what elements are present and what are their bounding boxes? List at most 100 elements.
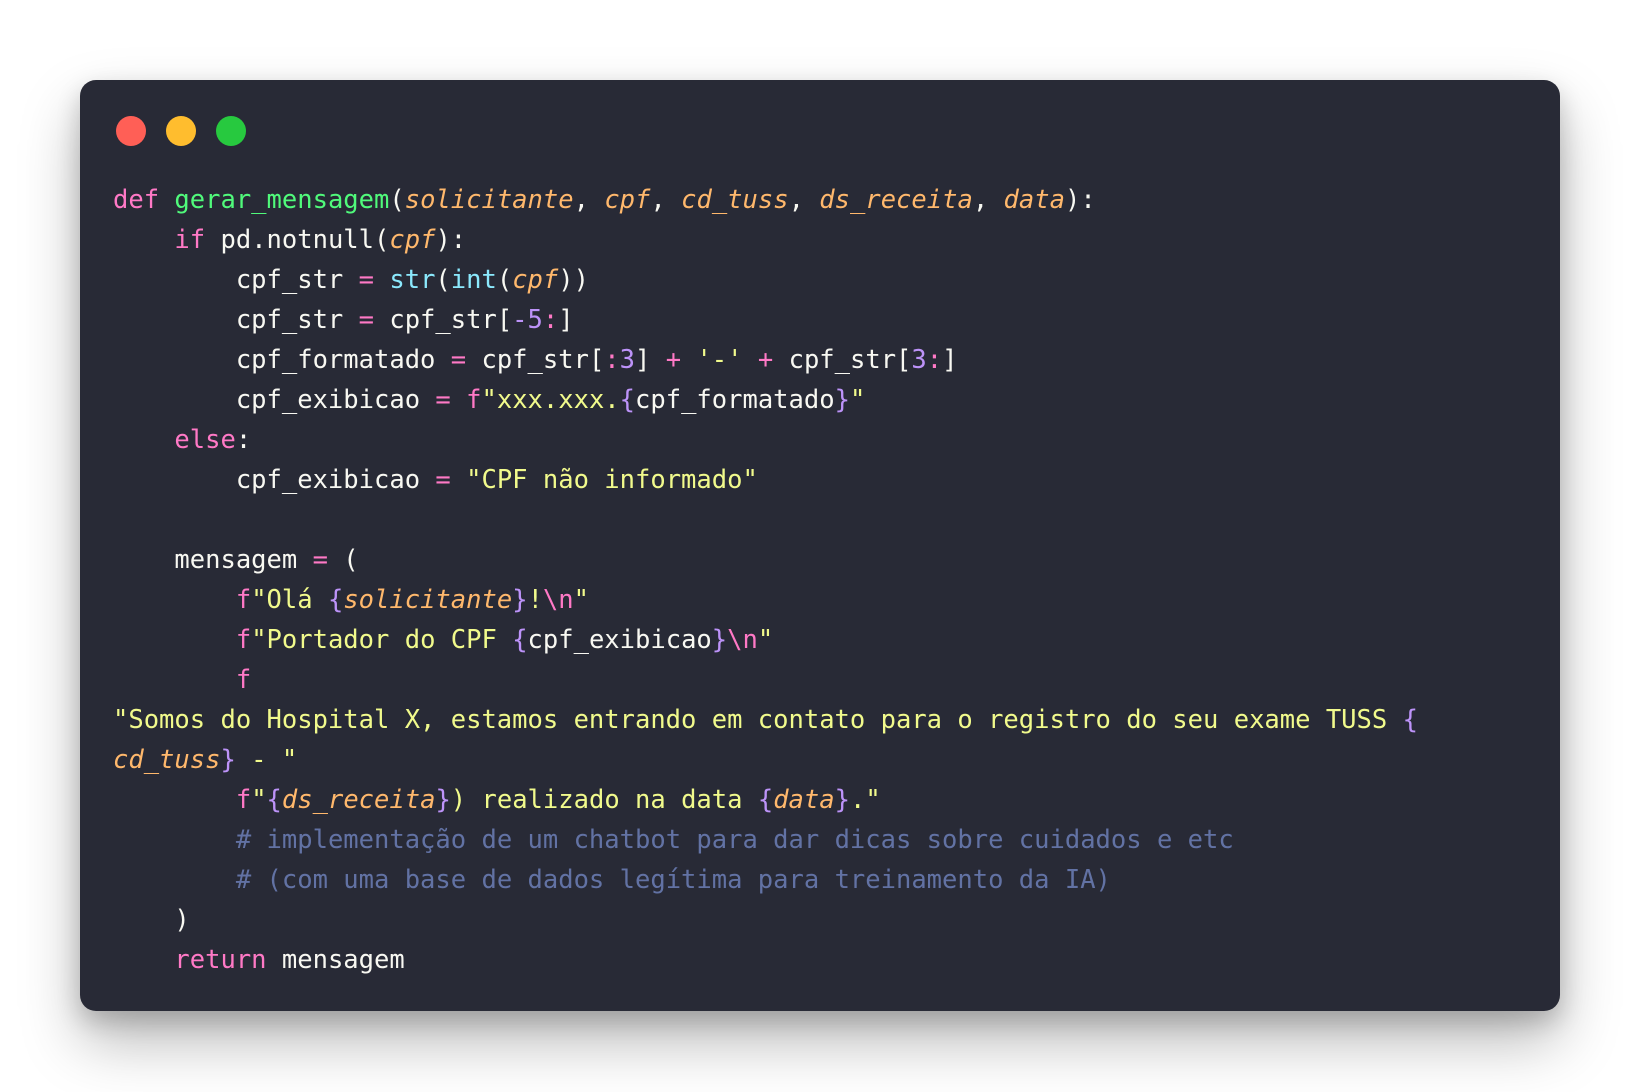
code-token: = bbox=[450, 345, 467, 375]
code-token: cpf_str[ bbox=[374, 305, 513, 335]
code-token: int bbox=[450, 265, 497, 295]
code-token: + bbox=[757, 345, 774, 375]
code-token: ( bbox=[327, 545, 359, 575]
code-token: # implementação de um chatbot para dar d… bbox=[235, 825, 1234, 855]
code-token: ) bbox=[113, 905, 190, 935]
code-line: else: bbox=[113, 420, 1418, 460]
code-line: def gerar_mensagem(solicitante, cpf, cd_… bbox=[113, 180, 1418, 220]
close-button[interactable] bbox=[116, 116, 146, 146]
code-token: 3 bbox=[911, 345, 927, 375]
code-token: " bbox=[849, 385, 866, 415]
code-token: ." bbox=[849, 785, 881, 815]
code-line: cpf_str = str(int(cpf)) bbox=[113, 260, 1418, 300]
code-token: data bbox=[773, 785, 835, 815]
code-token: = bbox=[358, 305, 374, 335]
code-token: f bbox=[466, 385, 482, 415]
code-token: ] bbox=[942, 345, 958, 375]
code-token: = bbox=[435, 385, 451, 415]
code-line: f"{ds_receita}) realizado na data {data}… bbox=[113, 780, 1418, 820]
code-token: = bbox=[435, 465, 451, 495]
code-token: ( bbox=[435, 265, 451, 295]
code-token: ] bbox=[635, 345, 666, 375]
code-line: cpf_str = cpf_str[-5:] bbox=[113, 300, 1418, 340]
code-token: ): bbox=[1064, 185, 1096, 215]
code-token: cpf_exibicao bbox=[113, 465, 436, 495]
code-token: { bbox=[327, 585, 344, 615]
code-token: ] bbox=[558, 305, 574, 335]
code-token: cpf_str[ bbox=[466, 345, 605, 375]
code-token: } bbox=[711, 625, 728, 655]
code-line: ) bbox=[113, 900, 1418, 940]
code-token: ds_receita bbox=[281, 785, 436, 815]
minimize-button[interactable] bbox=[166, 116, 196, 146]
code-token: , bbox=[650, 185, 682, 215]
code-token: ds_receita bbox=[819, 185, 973, 215]
code-token: mensagem bbox=[113, 545, 313, 575]
code-token: f bbox=[235, 585, 252, 615]
code-token: gerar_mensagem bbox=[174, 185, 390, 215]
code-line: cpf_formatado = cpf_str[:3] + '-' + cpf_… bbox=[113, 340, 1418, 380]
maximize-button[interactable] bbox=[216, 116, 246, 146]
code-token: cpf_str bbox=[113, 265, 359, 295]
code-token: } bbox=[834, 785, 850, 815]
code-token: } bbox=[834, 385, 850, 415]
code-token: } bbox=[220, 745, 236, 775]
code-token: { bbox=[1402, 705, 1418, 735]
code-token: cpf bbox=[389, 225, 436, 255]
code-token: data bbox=[1003, 185, 1065, 215]
code-token: '-' bbox=[696, 345, 743, 375]
code-token: str bbox=[389, 265, 436, 295]
code-line: # (com uma base de dados legítima para t… bbox=[113, 860, 1418, 900]
code-token: cpf_str[ bbox=[773, 345, 912, 375]
code-token: } bbox=[512, 585, 528, 615]
code-token: solicitante bbox=[343, 585, 513, 615]
code-token: cpf_formatado bbox=[113, 345, 451, 375]
code-line: cpf_exibicao = f"xxx.xxx.{cpf_formatado}… bbox=[113, 380, 1418, 420]
code-token: else bbox=[174, 425, 236, 455]
code-token: if bbox=[174, 225, 206, 255]
code-token: cpf bbox=[512, 265, 559, 295]
code-token: cpf bbox=[604, 185, 651, 215]
code-token: { bbox=[757, 785, 774, 815]
code-line: cd_tuss} - " bbox=[113, 740, 1418, 780]
code-token: ) realizado na data bbox=[450, 785, 758, 815]
code-token: , bbox=[573, 185, 605, 215]
code-token: cd_tuss bbox=[681, 185, 789, 215]
code-token: 3 bbox=[619, 345, 636, 375]
code-token: + bbox=[665, 345, 682, 375]
code-token: "CPF não informado" bbox=[466, 465, 758, 495]
code-token: : bbox=[604, 345, 620, 375]
code-line: "Somos do Hospital X, estamos entrando e… bbox=[113, 700, 1418, 740]
code-line: # implementação de um chatbot para dar d… bbox=[113, 820, 1418, 860]
code-block: def gerar_mensagem(solicitante, cpf, cd_… bbox=[113, 180, 1418, 980]
code-token: , bbox=[788, 185, 820, 215]
code-line: f"Portador do CPF {cpf_exibicao}\n" bbox=[113, 620, 1418, 660]
code-token: { bbox=[266, 785, 282, 815]
code-line: cpf_exibicao = "CPF não informado" bbox=[113, 460, 1418, 500]
code-line: mensagem = ( bbox=[113, 540, 1418, 580]
code-token: cpf_formatado bbox=[635, 385, 835, 415]
code-token: "Olá bbox=[251, 585, 328, 615]
code-token: cd_tuss bbox=[113, 745, 221, 775]
code-token: \n bbox=[542, 585, 574, 615]
code-token: "Somos do Hospital X, estamos entrando e… bbox=[113, 705, 1403, 735]
code-token: " bbox=[573, 585, 589, 615]
code-token: { bbox=[512, 625, 528, 655]
code-line: f"Olá {solicitante}!\n" bbox=[113, 580, 1418, 620]
code-line: f bbox=[113, 660, 1418, 700]
code-token: : bbox=[542, 305, 559, 335]
code-token: f bbox=[235, 665, 252, 695]
code-token: = bbox=[358, 265, 374, 295]
code-token: return bbox=[174, 945, 267, 975]
code-token: " bbox=[251, 785, 267, 815]
code-token: , bbox=[972, 185, 1004, 215]
code-token: { bbox=[619, 385, 636, 415]
